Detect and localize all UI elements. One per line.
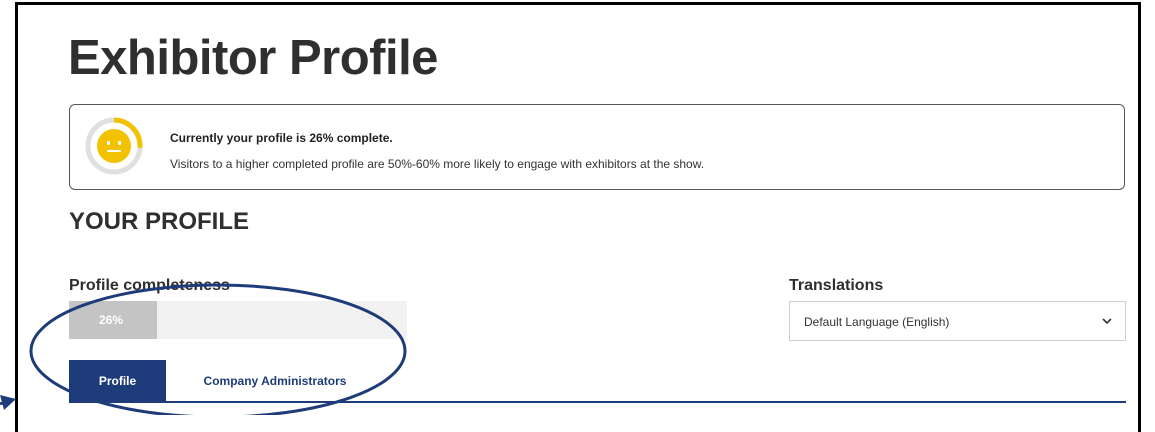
page-title: Exhibitor Profile <box>68 31 438 85</box>
profile-completion-notice: Currently your profile is 26% complete. … <box>69 104 1125 190</box>
annotation-arrow-icon <box>0 395 16 410</box>
completion-gauge <box>85 117 143 175</box>
chevron-down-icon[interactable] <box>1101 315 1113 327</box>
tab-company-administrators[interactable]: Company Administrators <box>180 360 370 402</box>
profile-completeness-label: Profile completeness <box>69 277 230 294</box>
tab-profile[interactable]: Profile <box>69 360 166 402</box>
language-select[interactable]: Default Language (English) <box>789 301 1126 341</box>
neutral-face-icon <box>97 129 131 163</box>
tab-underline <box>69 401 1126 403</box>
progress-value: 26% <box>99 313 124 327</box>
section-title: YOUR PROFILE <box>69 208 250 235</box>
translations-label: Translations <box>789 277 884 294</box>
profile-completeness-bar: 26% <box>69 301 407 339</box>
notice-title: Currently your profile is 26% complete. <box>170 131 393 145</box>
notice-body: Visitors to a higher completed profile a… <box>170 157 705 171</box>
language-select-value: Default Language (English) <box>804 315 950 329</box>
